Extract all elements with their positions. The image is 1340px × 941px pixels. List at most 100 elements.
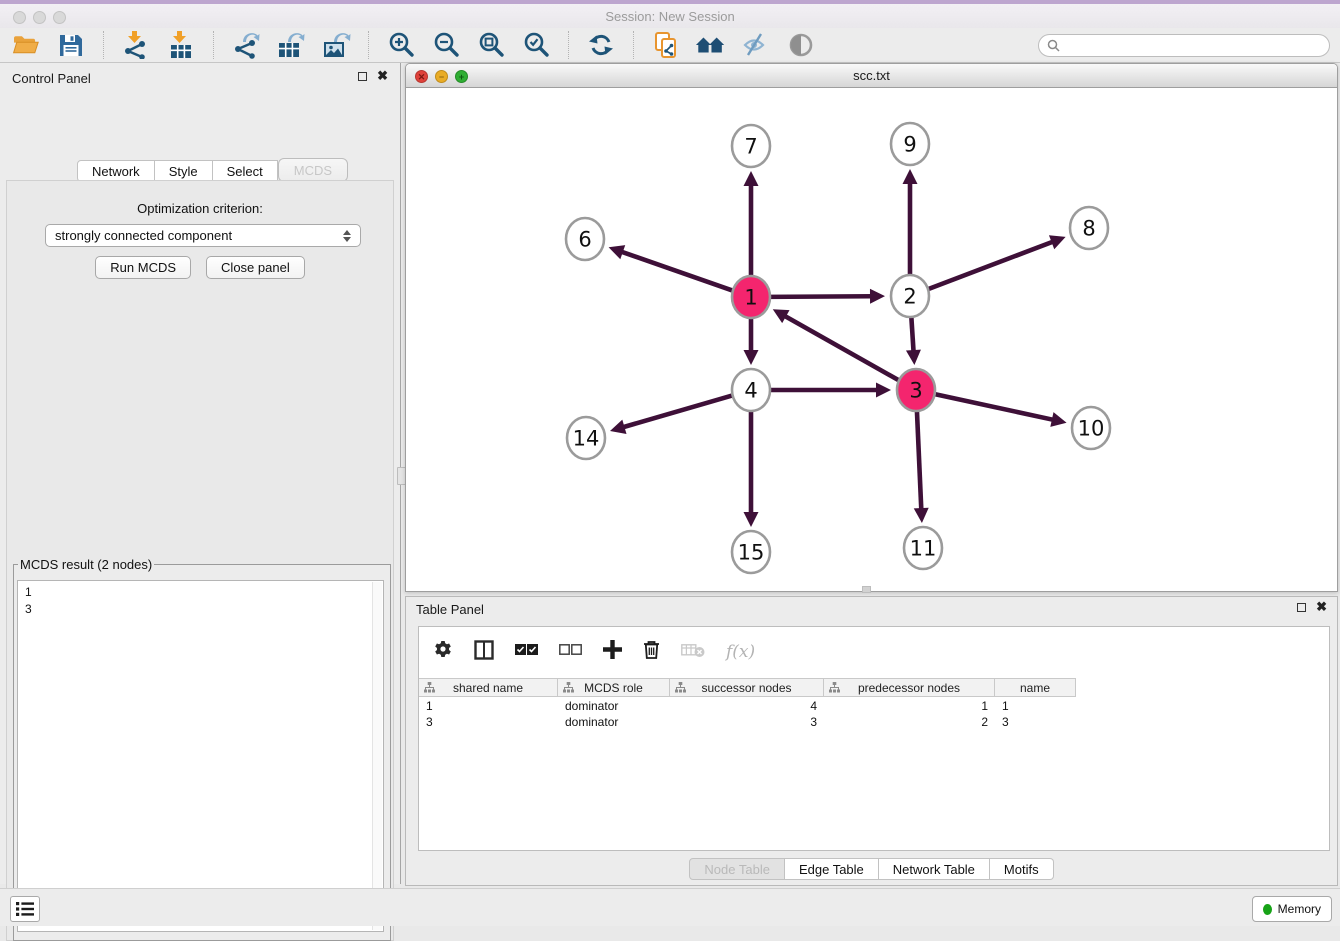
graph-node-6[interactable]: 6 bbox=[566, 218, 604, 260]
column-header-MCDS-role[interactable]: MCDS role bbox=[558, 679, 670, 696]
column-header-shared-name[interactable]: shared name bbox=[419, 679, 558, 696]
zoom-selected-icon[interactable] bbox=[520, 30, 552, 60]
attribute-icon bbox=[829, 682, 840, 693]
table-cell[interactable]: dominator bbox=[558, 714, 670, 730]
search-input[interactable] bbox=[1065, 38, 1321, 52]
table-cell[interactable]: 3 bbox=[995, 714, 1076, 730]
export-table-icon[interactable] bbox=[275, 30, 307, 60]
graph-node-7[interactable]: 7 bbox=[732, 125, 770, 167]
window-resize-grip[interactable] bbox=[862, 586, 871, 593]
graph-node-14[interactable]: 14 bbox=[567, 417, 605, 459]
destroy-table-icon bbox=[681, 642, 705, 663]
toolbar-separator bbox=[633, 31, 634, 59]
table-cell[interactable]: dominator bbox=[558, 698, 670, 714]
select-all-icon[interactable] bbox=[515, 643, 538, 661]
graph-node-2[interactable]: 2 bbox=[891, 275, 929, 317]
memory-label: Memory bbox=[1278, 902, 1321, 916]
graph-edge[interactable] bbox=[769, 296, 872, 297]
table-cell[interactable]: 4 bbox=[670, 698, 824, 714]
graph-node-4[interactable]: 4 bbox=[732, 369, 770, 411]
import-table-icon[interactable] bbox=[165, 30, 197, 60]
mcds-result-textarea[interactable]: 13 bbox=[17, 580, 384, 932]
svg-text:14: 14 bbox=[573, 427, 600, 451]
network-view-window: ✕ − + scc.txt 7 9 6 8 1 2 4 3 14 10 15 11 bbox=[405, 63, 1338, 592]
table-cell[interactable]: 1 bbox=[824, 698, 995, 714]
run-mcds-button[interactable]: Run MCDS bbox=[95, 256, 191, 279]
open-session-icon[interactable] bbox=[10, 30, 42, 60]
table-cell[interactable]: 1 bbox=[419, 698, 558, 714]
float-table-panel-icon[interactable] bbox=[1297, 603, 1306, 612]
edge-arrowhead bbox=[610, 420, 626, 434]
graph-node-3[interactable]: 3 bbox=[897, 369, 935, 411]
zoom-out-icon[interactable] bbox=[430, 30, 462, 60]
attribute-icon bbox=[563, 682, 574, 693]
graph-edge[interactable] bbox=[927, 241, 1054, 289]
table-cell[interactable]: 1 bbox=[995, 698, 1076, 714]
control-panel-tabs: NetworkStyleSelectMCDS bbox=[77, 158, 348, 182]
graph-edge[interactable] bbox=[622, 395, 733, 427]
close-table-panel-icon[interactable]: ✖ bbox=[1316, 602, 1327, 612]
tab-motifs[interactable]: Motifs bbox=[990, 858, 1054, 880]
zoom-fit-icon[interactable] bbox=[475, 30, 507, 60]
table-row[interactable]: 1dominator411 bbox=[419, 698, 1076, 714]
cyndex-home-icon[interactable] bbox=[695, 30, 727, 60]
close-panel-icon[interactable]: ✖ bbox=[377, 71, 388, 81]
mcds-result-line: 1 bbox=[18, 581, 383, 601]
column-header-name[interactable]: name bbox=[995, 679, 1076, 696]
copy-network-icon[interactable] bbox=[650, 30, 682, 60]
graph-node-1[interactable]: 1 bbox=[732, 276, 770, 318]
task-history-button[interactable] bbox=[10, 896, 40, 922]
graph-node-15[interactable]: 15 bbox=[732, 531, 770, 573]
edge-arrowhead bbox=[903, 169, 918, 184]
graph-edge[interactable] bbox=[934, 394, 1054, 420]
tab-mcds[interactable]: MCDS bbox=[278, 158, 348, 182]
column-header-successor-nodes[interactable]: successor nodes bbox=[670, 679, 824, 696]
zoom-in-icon[interactable] bbox=[385, 30, 417, 60]
export-network-icon[interactable] bbox=[230, 30, 262, 60]
edge-arrowhead bbox=[744, 350, 759, 365]
graph-node-9[interactable]: 9 bbox=[891, 123, 929, 165]
export-image-icon[interactable] bbox=[320, 30, 352, 60]
graph-edge[interactable] bbox=[784, 316, 900, 382]
graph-edge[interactable] bbox=[621, 252, 734, 292]
table-cell[interactable]: 3 bbox=[419, 714, 558, 730]
table-row[interactable]: 3dominator323 bbox=[419, 714, 1076, 730]
delete-column-icon[interactable] bbox=[643, 640, 660, 664]
graph-node-8[interactable]: 8 bbox=[1070, 207, 1108, 249]
float-panel-icon[interactable] bbox=[358, 72, 367, 81]
table-cell[interactable]: 2 bbox=[824, 714, 995, 730]
table-settings-icon[interactable] bbox=[433, 640, 453, 665]
tab-style[interactable]: Style bbox=[155, 160, 213, 182]
criterion-dropdown[interactable]: strongly connected component bbox=[45, 224, 361, 247]
network-canvas[interactable]: 7 9 6 8 1 2 4 3 14 10 15 11 bbox=[406, 88, 1337, 591]
tab-select[interactable]: Select bbox=[213, 160, 278, 182]
result-scrollbar[interactable] bbox=[372, 582, 382, 930]
add-column-icon[interactable] bbox=[603, 640, 622, 664]
show-graphics-details-icon[interactable] bbox=[785, 30, 817, 60]
tab-edge-table[interactable]: Edge Table bbox=[785, 858, 879, 880]
table-tabs: Node TableEdge TableNetwork TableMotifs bbox=[406, 858, 1337, 880]
tab-node-table[interactable]: Node Table bbox=[689, 858, 785, 880]
list-icon bbox=[16, 901, 34, 917]
refresh-icon[interactable] bbox=[585, 30, 617, 60]
close-panel-button[interactable]: Close panel bbox=[206, 256, 305, 279]
memory-button[interactable]: Memory bbox=[1252, 896, 1332, 922]
hide-graphics-details-icon[interactable] bbox=[740, 30, 772, 60]
graph-edge[interactable] bbox=[917, 408, 922, 510]
show-columns-icon[interactable] bbox=[474, 640, 494, 665]
save-session-icon[interactable] bbox=[55, 30, 87, 60]
column-header-predecessor-nodes[interactable]: predecessor nodes bbox=[824, 679, 995, 696]
import-network-icon[interactable] bbox=[120, 30, 152, 60]
tab-network-table[interactable]: Network Table bbox=[879, 858, 990, 880]
memory-status-icon bbox=[1263, 904, 1272, 915]
graph-node-10[interactable]: 10 bbox=[1072, 407, 1110, 449]
graph-edge[interactable] bbox=[911, 314, 913, 352]
table-cell[interactable]: 3 bbox=[670, 714, 824, 730]
edge-arrowhead bbox=[914, 508, 929, 523]
svg-text:8: 8 bbox=[1082, 217, 1095, 241]
toolbar-separator bbox=[213, 31, 214, 59]
deselect-all-icon[interactable] bbox=[559, 643, 582, 661]
tab-network[interactable]: Network bbox=[77, 160, 155, 182]
network-window-titlebar[interactable]: ✕ − + scc.txt bbox=[406, 64, 1337, 88]
graph-node-11[interactable]: 11 bbox=[904, 527, 942, 569]
